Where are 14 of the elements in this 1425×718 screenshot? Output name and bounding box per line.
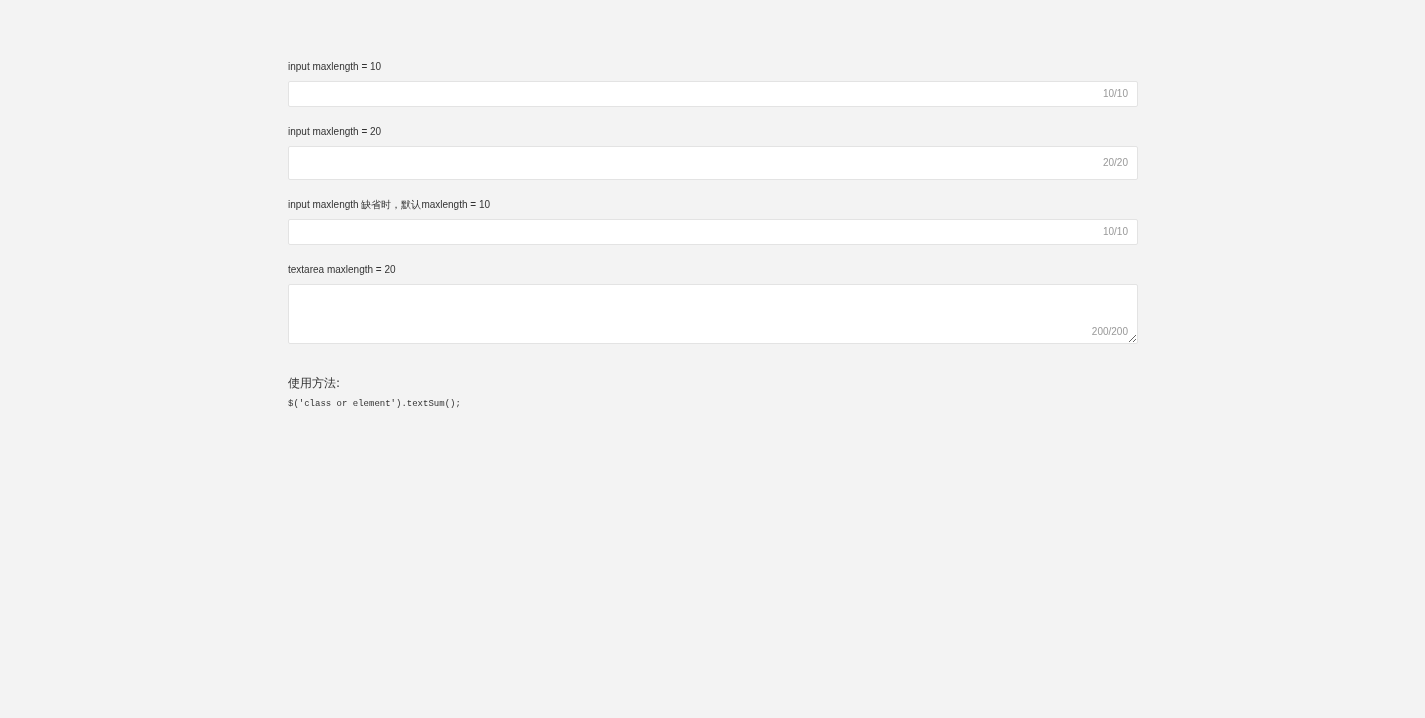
field-label: textarea maxlength = 20	[288, 263, 397, 277]
char-counter: 10/10	[1102, 226, 1128, 238]
char-counter: 20/20	[1102, 157, 1128, 169]
code-snippet: $('class or element').textSum();	[288, 398, 462, 411]
field-label: input maxlength = 20	[288, 125, 383, 139]
input-field[interactable]	[288, 219, 1138, 245]
input-field[interactable]	[288, 284, 1138, 344]
char-counter: 200/200	[1091, 326, 1128, 338]
field-label: input maxlength 缺省时，默认maxlength = 10	[288, 198, 492, 212]
field-label: input maxlength = 10	[288, 60, 383, 74]
input-field[interactable]	[288, 81, 1138, 107]
char-counter: 10/10	[1102, 88, 1128, 100]
input-field[interactable]	[288, 146, 1138, 180]
usage-heading: 使用方法:	[288, 375, 342, 392]
